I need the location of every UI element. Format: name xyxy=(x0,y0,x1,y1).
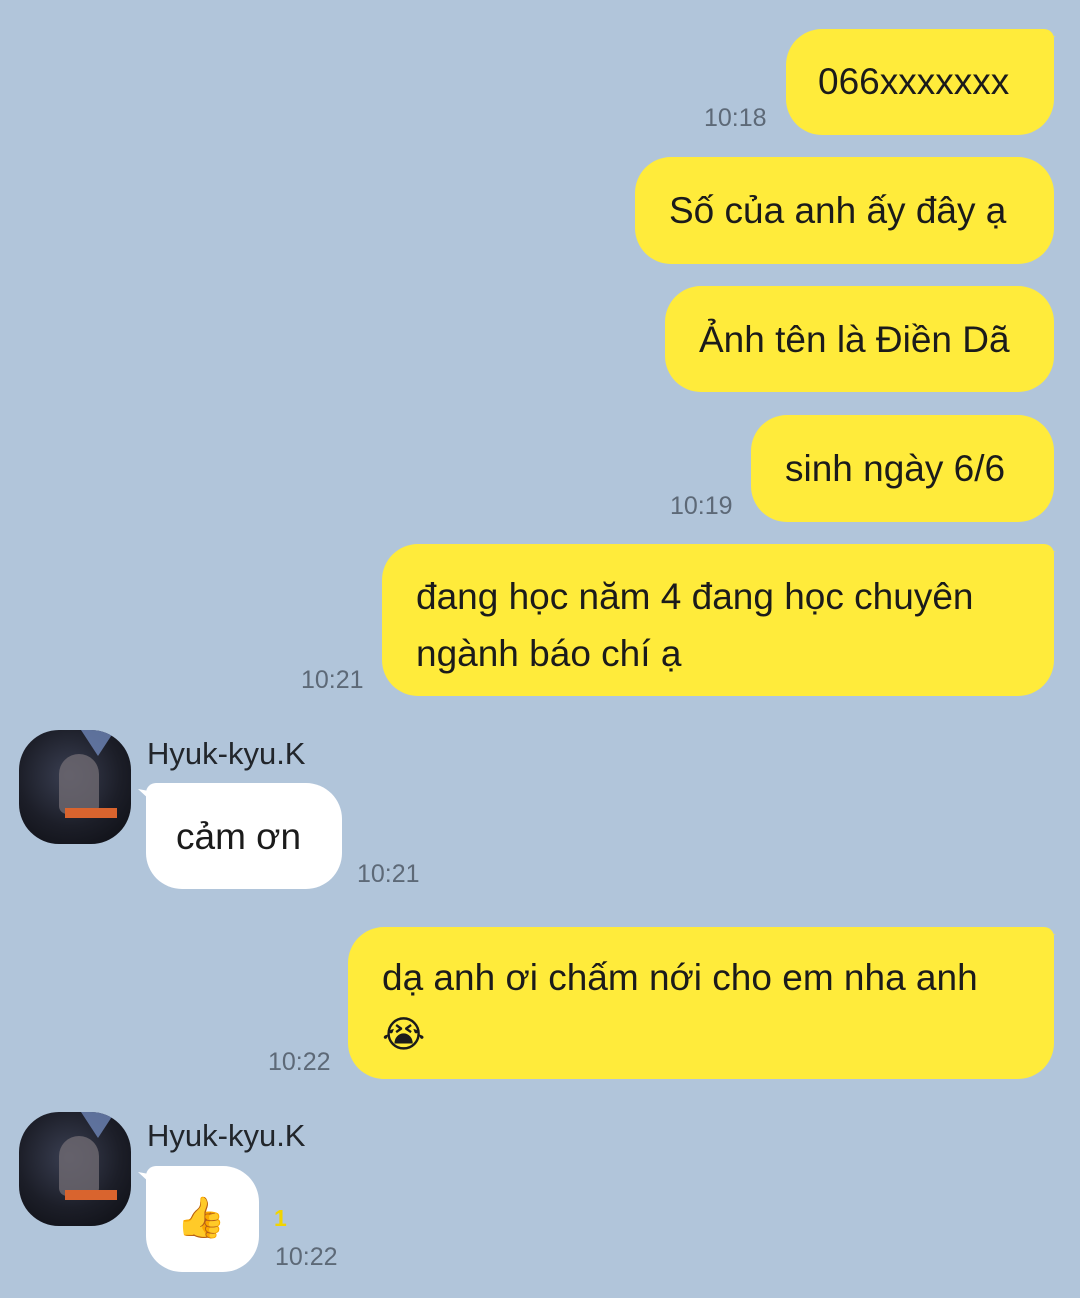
loudly-crying-face-icon: 😭 xyxy=(382,1013,426,1056)
message-time: 10:22 xyxy=(275,1243,338,1271)
contact-avatar-icon[interactable] xyxy=(19,1112,131,1226)
thumbs-up-icon: 👍 xyxy=(176,1195,226,1241)
message-time: 10:21 xyxy=(357,860,420,888)
message-text-line: ngành báo chí ạ xyxy=(416,633,682,674)
incoming-message-bubble[interactable]: cảm ơn xyxy=(146,783,342,889)
message-text-line: dạ anh ơi chấm nới cho em nha anh xyxy=(382,957,978,998)
message-text: Ảnh tên là Điền Dã xyxy=(699,319,1010,360)
message-text: sinh ngày 6/6 xyxy=(785,448,1006,489)
message-time: 10:21 xyxy=(301,666,364,694)
message-time: 10:19 xyxy=(670,492,733,520)
chat-message-list[interactable]: 10:18 066xxxxxxx Số của anh ấy đây ạ Ảnh… xyxy=(0,0,1080,1298)
outgoing-message-bubble[interactable]: Ảnh tên là Điền Dã xyxy=(665,286,1054,392)
sender-name[interactable]: Hyuk-kyu.K xyxy=(147,1118,305,1154)
message-text: cảm ơn xyxy=(176,816,302,857)
sender-name[interactable]: Hyuk-kyu.K xyxy=(147,736,305,772)
outgoing-message-bubble[interactable]: Số của anh ấy đây ạ xyxy=(635,157,1054,264)
contact-avatar-icon[interactable] xyxy=(19,730,131,844)
message-time: 10:22 xyxy=(268,1048,331,1076)
message-text-line: đang học năm 4 đang học chuyên xyxy=(416,576,974,617)
outgoing-message-bubble[interactable]: sinh ngày 6/6 xyxy=(751,415,1054,522)
message-text: 066xxxxxxx xyxy=(818,61,1010,102)
outgoing-message-bubble[interactable]: đang học năm 4 đang học chuyên ngành báo… xyxy=(382,544,1054,696)
outgoing-message-bubble[interactable]: 066xxxxxxx xyxy=(786,29,1054,135)
message-text: Số của anh ấy đây ạ xyxy=(669,190,1007,231)
message-time: 10:18 xyxy=(704,104,767,132)
outgoing-message-bubble[interactable]: dạ anh ơi chấm nới cho em nha anh 😭 xyxy=(348,927,1054,1079)
incoming-message-bubble[interactable]: 👍 xyxy=(146,1166,259,1272)
unread-count-badge: 1 xyxy=(274,1205,287,1231)
